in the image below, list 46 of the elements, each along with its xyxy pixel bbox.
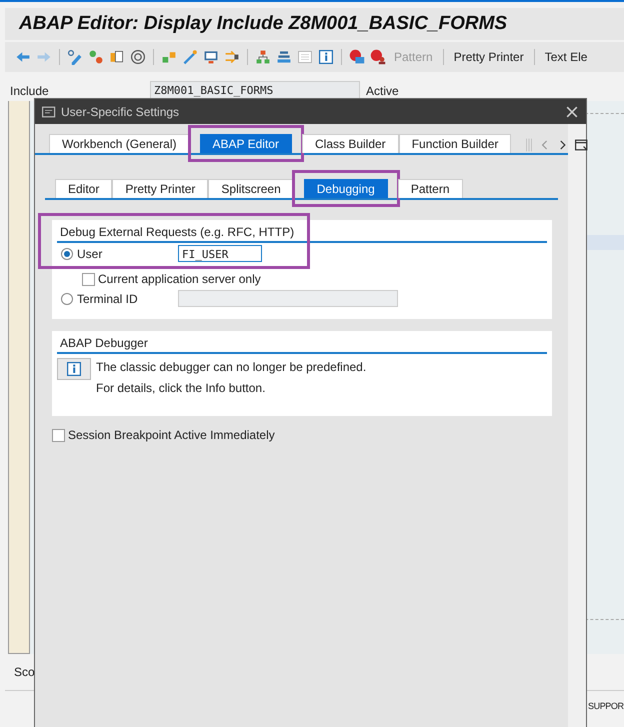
option-label: Session Breakpoint Active Immediately bbox=[68, 428, 275, 442]
stack-icon[interactable] bbox=[276, 49, 292, 65]
radio-button[interactable] bbox=[61, 248, 73, 260]
message-text: The classic debugger can no longer be predefined. bbox=[96, 360, 366, 376]
hierarchy-icon[interactable] bbox=[255, 49, 271, 65]
toolbar-button[interactable]: Text Ele bbox=[542, 50, 590, 64]
close-icon[interactable] bbox=[564, 104, 580, 120]
dialog-title: User-Specific Settings bbox=[61, 104, 180, 118]
radio-button[interactable] bbox=[61, 292, 73, 304]
window-title: ABAP Editor: Display Include Z8M001_BASIC_FORMS bbox=[19, 13, 508, 35]
message-text: For details, click the Info button. bbox=[96, 381, 266, 397]
info-icon bbox=[66, 361, 82, 377]
document-icon[interactable] bbox=[109, 49, 125, 65]
group-title: Debug External Requests (e.g. RFC, HTTP) bbox=[57, 222, 547, 243]
tab[interactable]: Debugging bbox=[304, 179, 388, 198]
info-button[interactable] bbox=[57, 358, 91, 380]
status-text: SUPPOR bbox=[588, 701, 624, 711]
list-icon[interactable] bbox=[297, 49, 313, 65]
window-icon[interactable] bbox=[41, 104, 57, 120]
wand-icon[interactable] bbox=[182, 49, 198, 65]
tab[interactable]: Pattern bbox=[398, 179, 463, 198]
checkbox[interactable] bbox=[52, 428, 65, 442]
pencil-icon[interactable] bbox=[67, 49, 83, 65]
tab[interactable]: ABAP Editor bbox=[200, 134, 292, 153]
tab-list-icon[interactable] bbox=[574, 137, 589, 153]
footer-text: Sco bbox=[14, 665, 35, 679]
option-label: Terminal ID bbox=[77, 292, 139, 306]
tab[interactable]: Editor bbox=[55, 179, 112, 198]
tab[interactable]: Splitscreen bbox=[208, 179, 294, 198]
field-label: Include bbox=[10, 84, 50, 98]
status-text: Active bbox=[365, 84, 399, 98]
tab[interactable]: Workbench (General) bbox=[49, 134, 190, 153]
toolbar-button[interactable]: Pretty Printer bbox=[450, 50, 527, 64]
info-icon[interactable] bbox=[318, 49, 334, 65]
tab[interactable]: Class Builder bbox=[302, 134, 399, 153]
option-label: User bbox=[77, 246, 104, 260]
checkbox[interactable] bbox=[82, 272, 95, 286]
option-label: Current application server only bbox=[98, 272, 261, 286]
circles-icon[interactable] bbox=[88, 49, 104, 65]
input-field[interactable]: FI_USER bbox=[178, 245, 262, 262]
tab[interactable]: Pretty Printer bbox=[112, 179, 208, 198]
monitor-icon[interactable] bbox=[203, 49, 219, 65]
squares-icon[interactable] bbox=[161, 49, 177, 65]
tab[interactable]: Function Builder bbox=[398, 134, 512, 153]
group-title: ABAP Debugger bbox=[57, 333, 547, 354]
arrows-icon[interactable] bbox=[224, 49, 240, 65]
